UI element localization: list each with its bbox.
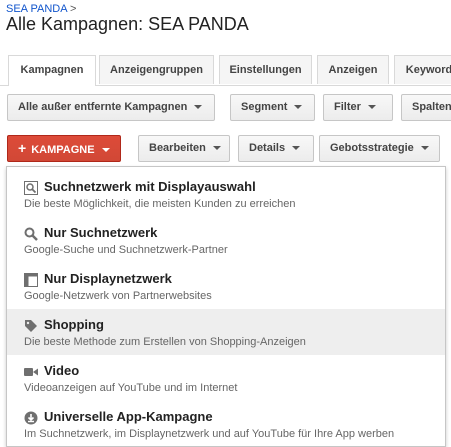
tab-anzeigen[interactable]: Anzeigen: [317, 55, 389, 84]
display-icon: [24, 273, 38, 287]
chevron-down-icon: [194, 105, 203, 110]
search-display-icon: [24, 181, 38, 195]
segment-label: Segment: [241, 101, 288, 113]
menu-item-title: Video: [44, 363, 80, 378]
campaign-status-filter-dropdown[interactable]: Alle außer entfernte Kampagnen: [7, 94, 215, 121]
menu-item-description: Google-Netzwerk von Partnerwebsites: [24, 290, 212, 302]
campaign-type-menu: Suchnetzwerk mit Displayauswahl Die best…: [6, 166, 446, 447]
menu-item-title: Nur Displaynetzwerk: [44, 271, 172, 286]
campaign-status-filter-label: Alle außer entfernte Kampagnen: [18, 101, 188, 113]
menu-item-title: Nur Suchnetzwerk: [44, 225, 158, 240]
chevron-down-icon: [292, 146, 301, 151]
tab-keywords[interactable]: Keyword: [394, 55, 451, 84]
shopping-tag-icon: [24, 319, 38, 333]
menu-item-universal-app[interactable]: Universelle App-Kampagne Im Suchnetzwerk…: [7, 401, 445, 446]
edit-dropdown[interactable]: Bearbeiten: [138, 135, 230, 162]
menu-item-shopping[interactable]: Shopping Die beste Methode zum Erstellen…: [7, 309, 445, 355]
menu-item-title: Universelle App-Kampagne: [44, 409, 213, 424]
chevron-down-icon: [367, 105, 376, 110]
new-campaign-label: KAMPAGNE: [31, 144, 95, 156]
menu-item-description: Die beste Methode zum Erstellen von Shop…: [24, 336, 306, 348]
details-label: Details: [249, 142, 286, 154]
new-campaign-button[interactable]: + KAMPAGNE: [7, 135, 121, 162]
page-title: Alle Kampagnen: SEA PANDA: [6, 14, 249, 34]
video-icon: [24, 365, 38, 379]
plus-icon: +: [18, 140, 27, 156]
menu-item-description: Videoanzeigen auf YouTube und im Interne…: [24, 382, 238, 394]
menu-item-description: Google-Suche und Suchnetzwerk-Partner: [24, 244, 228, 256]
menu-item-display-only[interactable]: Nur Displaynetzwerk Google-Netzwerk von …: [7, 263, 445, 309]
tab-bar: Kampagnen Anzeigengruppen Einstellungen …: [0, 55, 451, 86]
chevron-down-icon: [212, 146, 221, 151]
chevron-down-icon: [101, 148, 110, 153]
details-dropdown[interactable]: Details: [238, 135, 314, 162]
search-icon: [24, 227, 38, 241]
columns-dropdown[interactable]: Spalten: [401, 94, 451, 121]
filter-label: Filter: [334, 101, 361, 113]
tab-einstellungen[interactable]: Einstellungen: [219, 55, 312, 84]
filter-dropdown[interactable]: Filter: [323, 94, 393, 121]
menu-item-description: Die beste Möglichkeit, die meisten Kunde…: [24, 198, 296, 210]
bid-strategy-label: Gebotsstrategie: [330, 142, 414, 154]
menu-item-title: Suchnetzwerk mit Displayauswahl: [44, 179, 256, 194]
menu-item-title: Shopping: [44, 317, 104, 332]
app-download-icon: [24, 411, 38, 425]
chevron-down-icon: [420, 146, 429, 151]
menu-item-search-only[interactable]: Nur Suchnetzwerk Google-Suche und Suchne…: [7, 217, 445, 263]
chevron-down-icon: [294, 105, 303, 110]
menu-item-search-display[interactable]: Suchnetzwerk mit Displayauswahl Die best…: [7, 171, 445, 217]
menu-item-description: Im Suchnetzwerk, im Displaynetzwerk und …: [24, 428, 395, 440]
tab-anzeigengruppen[interactable]: Anzeigengruppen: [99, 55, 214, 84]
edit-label: Bearbeiten: [149, 142, 206, 154]
tab-kampagnen[interactable]: Kampagnen: [8, 55, 96, 86]
bid-strategy-dropdown[interactable]: Gebotsstrategie: [319, 135, 440, 162]
menu-item-video[interactable]: Video Videoanzeigen auf YouTube und im I…: [7, 355, 445, 401]
columns-label: Spalten: [412, 101, 451, 113]
segment-dropdown[interactable]: Segment: [230, 94, 315, 121]
